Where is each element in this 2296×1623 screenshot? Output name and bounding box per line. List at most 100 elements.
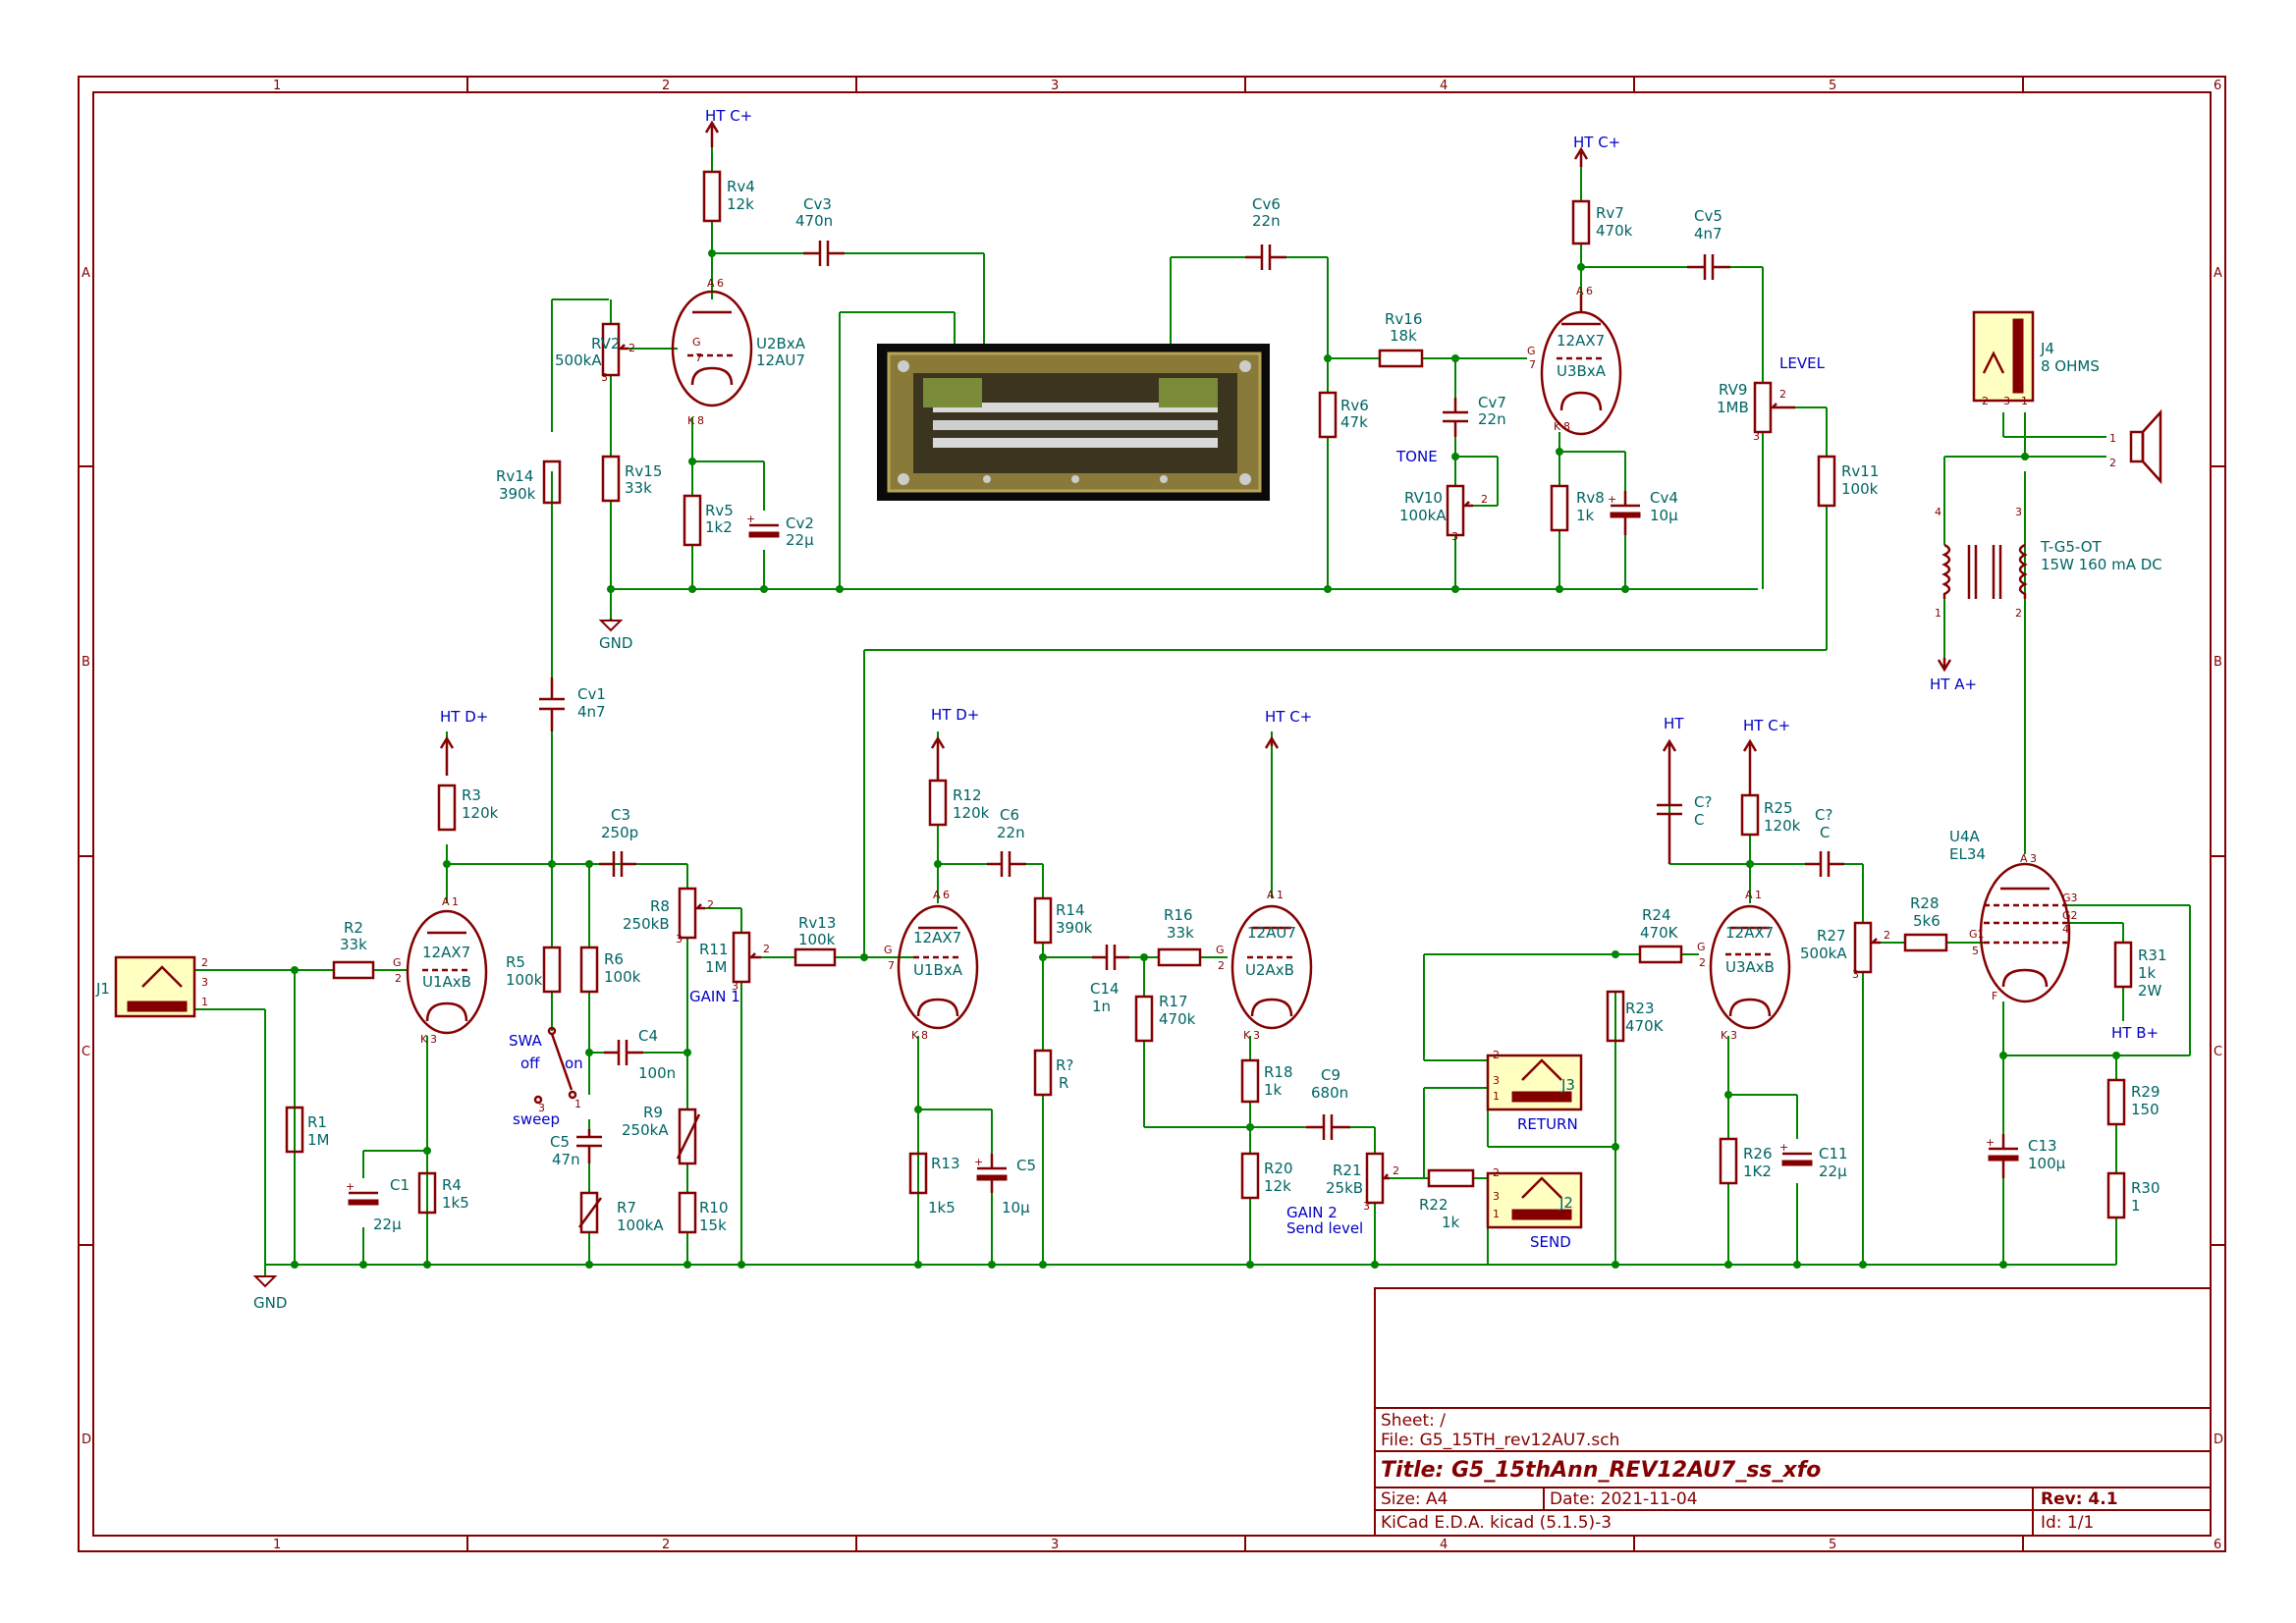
schematic-text: 2 (1699, 956, 1706, 969)
schematic-text: R13 (931, 1155, 960, 1172)
schematic-text: Rv13 (798, 914, 836, 932)
schematic-text: + (1986, 1136, 1995, 1149)
resistor-r25 (1740, 793, 1760, 837)
schematic-text: A (1267, 889, 1275, 901)
resistor-r10 (678, 1191, 697, 1234)
schematic-text: 2 (1218, 959, 1225, 972)
schematic-text: R22 (1419, 1196, 1449, 1214)
schematic-text: 7 (695, 352, 702, 364)
schematic-text: 12k (727, 195, 754, 213)
schematic-text: 3 (1451, 530, 1458, 543)
resistor-r28 (1903, 933, 1948, 952)
resistor-r31 (2113, 941, 2133, 989)
schematic-text: 5k6 (1913, 912, 1941, 930)
jack-icon (1972, 310, 2035, 403)
schematic-text: A (933, 889, 941, 901)
schematic-text: 1M (705, 958, 728, 976)
schematic-text: 1 (1493, 1090, 1500, 1103)
schematic-text: J2 (1558, 1194, 1573, 1212)
resistor-rv16 (1378, 349, 1424, 368)
schematic-text: 2 (2015, 607, 2022, 620)
resistor-r6 (579, 946, 599, 994)
schematic-text: 1 (201, 996, 208, 1008)
resistor-r3 (437, 784, 457, 832)
schematic-text: 1K2 (1743, 1163, 1772, 1180)
schematic-text: 470n (795, 212, 833, 230)
schematic-text: R4 (442, 1176, 462, 1194)
grid-row-label: A (82, 266, 90, 281)
schematic-text: R31 (2138, 947, 2167, 964)
potentiometer-r8 (678, 887, 697, 940)
power-label: HT D+ (440, 708, 488, 726)
schematic-sheet: 1 2 3 4 5 6 1 2 3 4 5 6 A B C D A B C D … (78, 76, 2226, 1552)
schematic-text: T-G5-OT (2040, 538, 2103, 556)
schematic-text: A (442, 895, 450, 908)
schematic-text: + (974, 1156, 983, 1168)
schematic-text: 2 (629, 342, 635, 354)
schematic-text: R3 (462, 786, 481, 804)
ground-icon (252, 1265, 278, 1288)
grid-row-label: B (82, 655, 90, 670)
resistor-r16 (1157, 947, 1202, 967)
schematic-text: C13 (2028, 1137, 2057, 1155)
schematic-text: 4 (1935, 506, 1941, 518)
capacitor-c13: + (1986, 1134, 2019, 1178)
schematic-text: G (884, 944, 893, 956)
schematic-text: R5 (506, 953, 525, 971)
schematic-text: U1BxA (913, 961, 963, 979)
schematic-text: 2 (1493, 1166, 1500, 1179)
grid-col-label: 3 (1051, 79, 1059, 93)
schematic-text: K (1554, 420, 1561, 433)
resistor-rv8 (1550, 484, 1569, 532)
schematic-text: R28 (1910, 894, 1940, 912)
schematic-text: 18k (1390, 327, 1417, 345)
resistor-r5 (542, 946, 562, 994)
schematic-text: 3 (2030, 852, 2037, 865)
power-arrow-icon (930, 735, 946, 781)
schematic-text: R11 (699, 941, 729, 958)
schematic-text: 100k (604, 968, 641, 986)
schematic-text: 470k (1159, 1010, 1196, 1028)
potentiometer-r27 (1853, 921, 1873, 974)
schematic-text: 1MB (1717, 399, 1749, 416)
grid-row-label: B (2214, 655, 2222, 670)
grid-col-label: 6 (2214, 1538, 2221, 1552)
tb-file: File: G5_15TH_rev12AU7.sch (1381, 1431, 1619, 1450)
schematic-text: 33k (340, 936, 367, 953)
schematic-text: 1 (2021, 395, 2028, 407)
label-sweep: sweep (513, 1110, 560, 1128)
tube-icon (406, 909, 488, 1035)
schematic-text: 3 (1363, 1200, 1370, 1213)
schematic-text: 100kA (1399, 507, 1447, 524)
potentiometer-r11 (732, 931, 751, 984)
schematic-text: K (1721, 1029, 1728, 1042)
resistor-r2 (332, 960, 375, 980)
grid-row-label: D (2214, 1433, 2223, 1447)
schematic-text: + (1608, 493, 1616, 506)
tb-sheet: Sheet: / (1381, 1411, 1446, 1431)
schematic-text: 12AX7 (913, 929, 961, 947)
grid-col-label: 1 (273, 79, 281, 93)
schematic-text: 4n7 (577, 703, 606, 721)
schematic-text: 6 (717, 277, 724, 290)
schematic-text: R27 (1817, 927, 1846, 945)
resistor-rv4 (702, 170, 722, 223)
schematic-text: 2 (2109, 457, 2116, 469)
schematic-text: R16 (1164, 906, 1193, 924)
schematic-text: 2 (1393, 1164, 1399, 1177)
schematic-text: U3AxB (1725, 958, 1775, 976)
power-label: HT A+ (1930, 676, 1977, 693)
power-arrow-icon (704, 120, 720, 147)
resistor-r29 (2106, 1078, 2126, 1126)
capacitor-cv5 (1687, 254, 1730, 280)
schematic-text: 1 (1493, 1208, 1500, 1220)
schematic-text: 33k (625, 479, 652, 497)
schematic-text: Cv7 (1478, 394, 1506, 411)
schematic-text: 470K (1640, 924, 1679, 942)
schematic-text: 4n7 (1694, 225, 1722, 243)
schematic-text: 3 (601, 371, 608, 384)
component-labels: Rv412k Cv3470n U2BxA12AU7 RV2500kA Rv153… (95, 178, 2167, 1234)
schematic-text: 680n (1311, 1084, 1348, 1102)
capacitor-cq1 (1657, 766, 1682, 864)
schematic-text: 15k (699, 1217, 727, 1234)
